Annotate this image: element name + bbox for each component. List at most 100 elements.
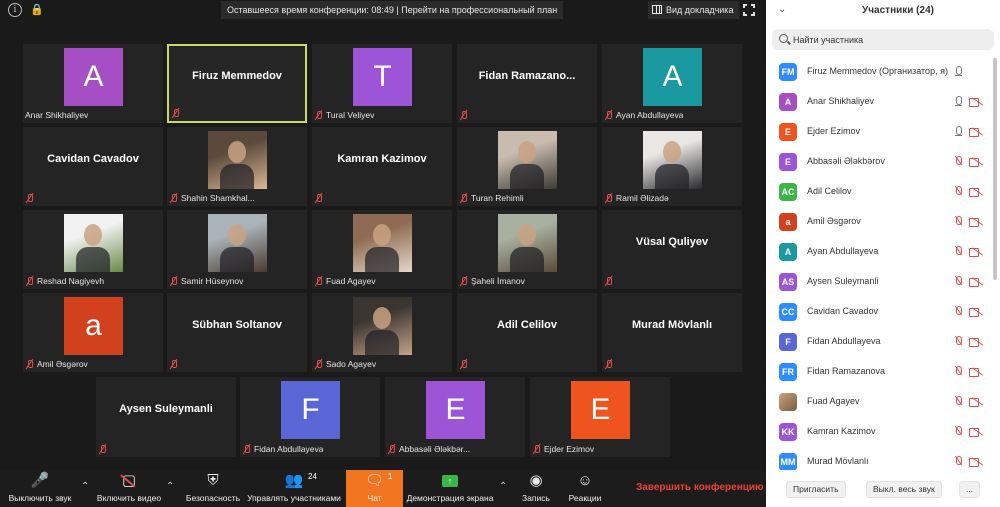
- chat-button[interactable]: 🗨 1 Чат: [346, 470, 403, 507]
- mic-muted-icon: [604, 359, 613, 369]
- video-off-icon[interactable]: [969, 248, 982, 257]
- mic-muted-icon[interactable]: [954, 246, 963, 258]
- video-off-icon[interactable]: [969, 158, 982, 167]
- video-tile[interactable]: Turan Rehimli: [457, 127, 597, 206]
- time-remaining-banner[interactable]: Оставшееся время конференции: 08:49 | Пе…: [221, 1, 564, 19]
- video-tile[interactable]: a Amil Əsgərov: [23, 293, 163, 372]
- scrollbar-thumb[interactable]: [993, 58, 997, 280]
- tile-name-label: Abbasəli Ələkbər...: [387, 443, 470, 455]
- video-tile[interactable]: Fuad Agayev: [312, 210, 452, 289]
- record-button[interactable]: ◉ Запись: [514, 470, 558, 507]
- audio-options-chevron-icon[interactable]: ⌃: [81, 481, 89, 492]
- mic-muted-icon: [25, 359, 34, 369]
- participant-list-scrollbar[interactable]: [992, 56, 998, 470]
- mute-audio-button[interactable]: 🎤 Выключить звук: [2, 470, 78, 507]
- participant-row[interactable]: F Fidan Abdullayeva: [766, 328, 992, 358]
- microphone-icon[interactable]: [954, 126, 963, 138]
- video-tile[interactable]: Reshad Nagiyevh: [23, 210, 163, 289]
- participant-row[interactable]: a Amil Əsgərov: [766, 208, 992, 238]
- participant-search-box[interactable]: [772, 29, 994, 50]
- video-tile[interactable]: Sado Agayev: [312, 293, 452, 372]
- video-tile[interactable]: Firuz Memmedov: [167, 44, 307, 123]
- mic-muted-icon[interactable]: [954, 216, 963, 228]
- security-button[interactable]: ⛨ Безопасность: [184, 470, 242, 507]
- video-off-icon[interactable]: [969, 428, 982, 437]
- mic-muted-icon[interactable]: [954, 396, 963, 408]
- video-off-icon[interactable]: [969, 308, 982, 317]
- video-tile[interactable]: Fidan Ramazano...: [457, 44, 597, 123]
- video-off-icon[interactable]: [969, 218, 982, 227]
- participant-row[interactable]: KK Kamran Kazimov: [766, 418, 992, 448]
- video-tile[interactable]: Vüsal Quliyev: [602, 210, 742, 289]
- video-options-chevron-icon[interactable]: ⌃: [166, 481, 174, 492]
- start-video-button[interactable]: ▢ Включить видео: [93, 470, 165, 507]
- info-icon[interactable]: i: [8, 3, 22, 17]
- video-tile[interactable]: Adil Celilov: [457, 293, 597, 372]
- share-screen-button[interactable]: ↑ Демонстрация экрана: [403, 470, 497, 507]
- video-off-icon[interactable]: [969, 458, 982, 467]
- mic-muted-icon[interactable]: [954, 366, 963, 378]
- mic-muted-icon[interactable]: [954, 276, 963, 288]
- video-tile[interactable]: Ramil Əlizadə: [602, 127, 742, 206]
- microphone-icon[interactable]: [954, 66, 963, 78]
- mute-all-button[interactable]: Выкл. весь звук: [866, 481, 942, 498]
- invite-button[interactable]: Пригласить: [786, 481, 846, 498]
- participant-row[interactable]: CC Cavidan Cavadov: [766, 298, 992, 328]
- video-tile[interactable]: E Ejder Ezimov: [530, 377, 670, 457]
- participant-avatar: [779, 393, 797, 411]
- participant-row[interactable]: AC Adil Celilov: [766, 178, 992, 208]
- video-off-icon[interactable]: [969, 128, 982, 137]
- participant-row[interactable]: FR Fidan Ramazanova: [766, 358, 992, 388]
- participant-row[interactable]: FM Firuz Memmedov (Организатор, я): [766, 58, 992, 88]
- mic-muted-icon[interactable]: [954, 306, 963, 318]
- participant-search-input[interactable]: [793, 32, 988, 47]
- reactions-button[interactable]: ☺ Реакции: [563, 470, 607, 507]
- manage-participants-button[interactable]: 👥 24 Управлять участниками: [244, 470, 344, 507]
- video-tile[interactable]: Aysen Suleymanli: [96, 377, 236, 457]
- video-tile[interactable]: Sübhan Soltanov: [167, 293, 307, 372]
- mic-muted-icon[interactable]: [954, 456, 963, 468]
- participant-row[interactable]: E Ejder Ezimov: [766, 118, 992, 148]
- video-tile[interactable]: A Ayan Abdullayeva: [602, 44, 742, 123]
- participant-name: Anar Shikhaliyev: [807, 96, 875, 106]
- video-off-icon[interactable]: [969, 338, 982, 347]
- lock-icon[interactable]: 🔒: [30, 3, 44, 17]
- video-off-icon[interactable]: [969, 398, 982, 407]
- video-tile[interactable]: E Abbasəli Ələkbər...: [385, 377, 525, 457]
- video-tile[interactable]: T Tural Veliyev: [312, 44, 452, 123]
- share-options-chevron-icon[interactable]: ⌃: [499, 481, 507, 492]
- video-tile[interactable]: Shahin Shamkhal...: [167, 127, 307, 206]
- mic-muted-icon[interactable]: [954, 156, 963, 168]
- fullscreen-icon[interactable]: [743, 4, 755, 16]
- video-tile[interactable]: Murad Mövlanlı: [602, 293, 742, 372]
- mic-muted-icon[interactable]: [954, 336, 963, 348]
- participant-row[interactable]: Fuad Agayev: [766, 388, 992, 418]
- participant-row[interactable]: E Abbasəli Ələkbərov: [766, 148, 992, 178]
- participant-row[interactable]: A Ayan Abdullayeva: [766, 238, 992, 268]
- video-off-icon[interactable]: [969, 98, 982, 107]
- participant-row[interactable]: AS Aysen Suleymanli: [766, 268, 992, 298]
- end-meeting-button[interactable]: Завершить конференцию: [636, 482, 764, 493]
- speaker-view-button[interactable]: Вид докладчика: [648, 1, 740, 19]
- video-off-icon[interactable]: [969, 188, 982, 197]
- person-body-shape: [510, 163, 544, 189]
- video-tile[interactable]: Samir Hüseynov: [167, 210, 307, 289]
- video-off-icon[interactable]: [969, 278, 982, 287]
- video-tile[interactable]: F Fidan Abdullayeva: [240, 377, 380, 457]
- mic-muted-icon: [98, 444, 107, 454]
- video-tile[interactable]: Kamran Kazimov: [312, 127, 452, 206]
- participant-name-display: Firuz Memmedov: [192, 69, 282, 82]
- video-tile[interactable]: Şaheli İmanov: [457, 210, 597, 289]
- microphone-icon[interactable]: [954, 96, 963, 108]
- video-tile[interactable]: Cavidan Cavadov: [23, 127, 163, 206]
- participant-row[interactable]: MM Murad Mövlanlı: [766, 448, 992, 470]
- mic-muted-icon[interactable]: [954, 426, 963, 438]
- video-tile[interactable]: A Anar Shikhaliyev: [23, 44, 163, 123]
- more-options-button[interactable]: ...: [959, 481, 981, 498]
- participant-row[interactable]: A Anar Shikhaliyev: [766, 88, 992, 118]
- mic-muted-icon: [171, 108, 180, 118]
- tile-name-label: [25, 192, 37, 204]
- mic-muted-icon[interactable]: [954, 186, 963, 198]
- participant-name: Abbasəli Ələkbərov: [807, 156, 885, 166]
- video-off-icon[interactable]: [969, 368, 982, 377]
